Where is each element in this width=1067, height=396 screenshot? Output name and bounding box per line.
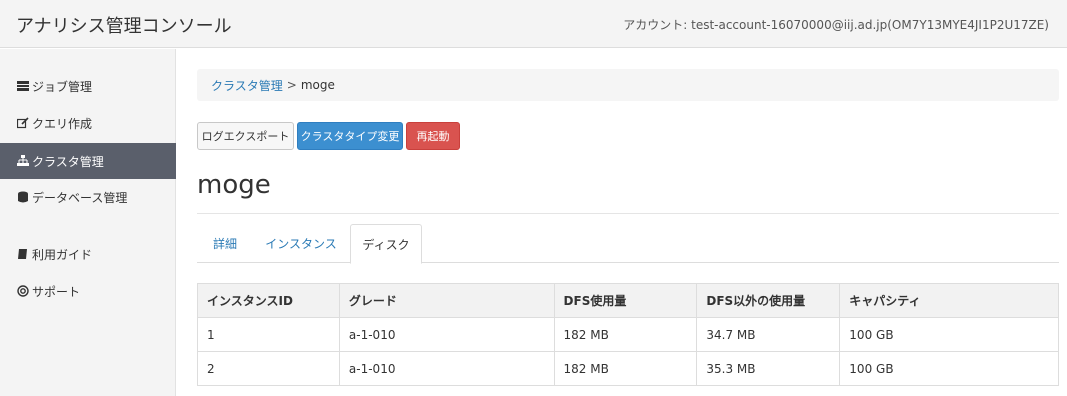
column-header-grade: グレード [338, 283, 555, 318]
table-row: 2 a-1-010 182 MB 35.3 MB 100 GB [197, 351, 1059, 386]
tab-disk[interactable]: ディスク [350, 224, 422, 264]
sidebar-item-label: 利用ガイド [32, 247, 93, 262]
breadcrumb-link-clusters[interactable]: クラスタ管理 [211, 77, 283, 94]
disk-table: インスタンスID グレード DFS使用量 DFS以外の使用量 キャパシティ 1 … [197, 283, 1059, 386]
table-row: 1 a-1-010 182 MB 34.7 MB 100 GB [197, 317, 1059, 352]
sidebar-item-label: クラスタ管理 [32, 154, 104, 169]
app-title: アナリシス管理コンソール [16, 16, 232, 37]
sidebar-item-jobs[interactable]: ジョブ管理 [0, 68, 176, 104]
cell-grade: a-1-010 [338, 351, 555, 386]
page-title: moge [197, 170, 271, 200]
cell-dfs-usage: 182 MB [553, 317, 698, 352]
table-header-row: インスタンスID グレード DFS使用量 DFS以外の使用量 キャパシティ [197, 283, 1059, 318]
cell-non-dfs-usage: 35.3 MB [696, 351, 841, 386]
sidebar-item-clusters[interactable]: クラスタ管理 [0, 143, 176, 179]
cell-grade: a-1-010 [338, 317, 555, 352]
database-icon [16, 191, 29, 204]
cell-instance-id: 1 [197, 317, 340, 352]
lifebuoy-icon [16, 285, 29, 298]
sidebar-item-databases[interactable]: データベース管理 [0, 179, 176, 215]
cell-capacity: 100 GB [839, 317, 1059, 352]
breadcrumb-separator: > [286, 78, 297, 92]
cell-capacity: 100 GB [839, 351, 1059, 386]
column-header-instance-id: インスタンスID [197, 283, 340, 318]
sitemap-icon [16, 155, 29, 168]
sidebar-item-label: クエリ作成 [32, 116, 93, 131]
breadcrumb: クラスタ管理 > moge [197, 69, 1059, 101]
tab-instances[interactable]: インスタンス [257, 224, 345, 263]
divider [197, 213, 1059, 214]
sidebar-item-query[interactable]: クエリ作成 [0, 105, 176, 141]
sidebar-item-support[interactable]: サポート [0, 273, 176, 309]
sidebar-item-label: サポート [32, 284, 81, 299]
edit-icon [16, 117, 29, 130]
log-export-button[interactable]: ログエクスポート [197, 122, 294, 150]
tab-details[interactable]: 詳細 [197, 224, 253, 263]
breadcrumb-current: moge [300, 78, 335, 92]
cell-non-dfs-usage: 34.7 MB [696, 317, 841, 352]
column-header-non-dfs-usage: DFS以外の使用量 [696, 283, 841, 318]
account-info: アカウント: test-account-16070000@iij.ad.jp(O… [623, 18, 1049, 32]
sidebar-item-guide[interactable]: 利用ガイド [0, 236, 176, 272]
sidebar-item-label: ジョブ管理 [32, 79, 93, 94]
cell-instance-id: 2 [197, 351, 340, 386]
change-cluster-type-button[interactable]: クラスタタイプ変更 [297, 122, 403, 150]
sidebar: ジョブ管理 クエリ作成 クラスタ管理 データベース管理 利用ガイド サポート [0, 49, 176, 396]
cell-dfs-usage: 182 MB [553, 351, 698, 386]
list-icon [16, 80, 29, 93]
sidebar-item-label: データベース管理 [32, 190, 128, 205]
restart-button[interactable]: 再起動 [406, 122, 460, 150]
tab-bar: 詳細 インスタンス ディスク [197, 224, 1059, 264]
column-header-capacity: キャパシティ [839, 283, 1059, 318]
book-icon [16, 248, 29, 261]
column-header-dfs-usage: DFS使用量 [553, 283, 698, 318]
top-header: アナリシス管理コンソール アカウント: test-account-1607000… [0, 0, 1067, 48]
